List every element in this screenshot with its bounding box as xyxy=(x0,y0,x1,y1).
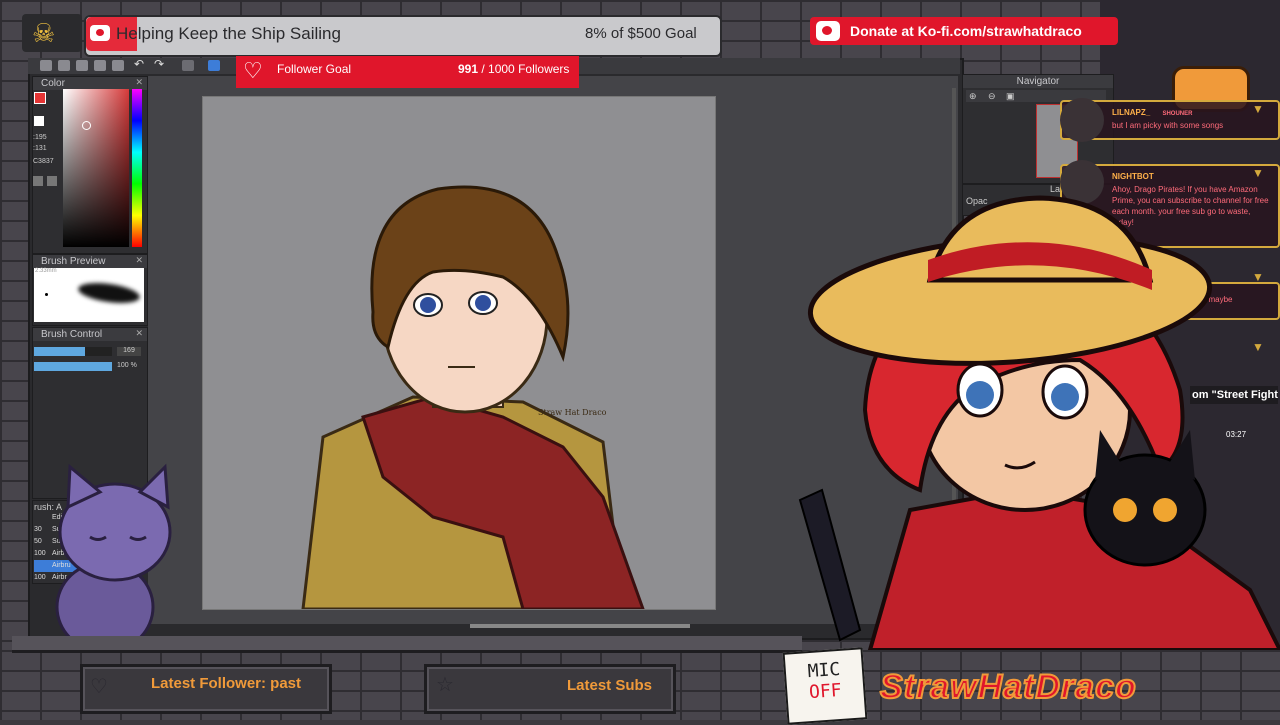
latest-follower-text: Latest Follower: past xyxy=(151,675,302,692)
chat-username-text: LILNAPZ_ xyxy=(1112,108,1151,117)
zoom-in-icon[interactable]: ⊕ xyxy=(969,91,977,102)
donation-goal-title: Helping Keep the Ship Sailing xyxy=(116,24,341,43)
chat-username: NIGHTBOT xyxy=(1112,172,1154,181)
brush-control-title: Brush Control xyxy=(33,328,147,341)
hue-slider[interactable] xyxy=(132,89,142,247)
brand-logo: StrawHatDraco xyxy=(879,667,1137,707)
horizontal-scrollbar[interactable] xyxy=(470,624,690,628)
brush-size-readout: 2.33mm xyxy=(35,268,57,274)
brush-opacity-slider-track[interactable] xyxy=(34,362,112,371)
panel-close-icon[interactable]: ✕ xyxy=(135,255,143,266)
toolbar-grid-icon[interactable] xyxy=(112,60,124,71)
toolbar-active-tool-icon[interactable] xyxy=(208,60,220,71)
chat-username: LILNAPZ_ SHOUNER xyxy=(1112,108,1192,117)
brush-dot xyxy=(45,293,48,296)
heart-icon: ♡ xyxy=(243,58,263,83)
latest-subs-text: Latest Subs xyxy=(567,677,653,694)
brush-size-slider-track[interactable] xyxy=(34,347,112,356)
chat-avatar xyxy=(1060,98,1104,142)
skull-straw-hat-icon: ☠ xyxy=(32,18,56,48)
follower-goal-count: 991 / 1000 Followers xyxy=(458,62,569,76)
chevron-down-icon: ▼ xyxy=(1252,102,1264,116)
donate-text: Donate at Ko-fi.com/strawhatdraco xyxy=(850,23,1082,39)
color-palette-icon[interactable] xyxy=(47,176,57,186)
saturation-value-picker[interactable] xyxy=(63,89,129,247)
color-value-2: :131 xyxy=(33,145,47,152)
donation-goal-progress-text: 8% of $500 Goal xyxy=(585,25,697,42)
toolbar-new-icon[interactable] xyxy=(40,60,52,71)
follower-current: 991 xyxy=(458,62,479,76)
brush-size-slider-fill xyxy=(34,347,86,356)
toolbar-select-icon[interactable] xyxy=(182,60,194,71)
color-mode-icon[interactable] xyxy=(33,176,43,186)
kofi-heart-icon xyxy=(96,29,104,36)
color-value-1: :195 xyxy=(33,134,47,141)
star-outline-icon: ☆ xyxy=(436,674,454,696)
chat-user-badge: SHOUNER xyxy=(1162,111,1193,117)
foreground-color-swatch[interactable] xyxy=(34,92,46,104)
zoom-fit-icon[interactable]: ▣ xyxy=(1006,91,1015,102)
brush-opacity-slider-fill xyxy=(34,362,112,371)
kofi-logo-heart-icon xyxy=(822,26,832,35)
artist-signature: Straw Hat Draco xyxy=(538,408,607,417)
chevron-down-icon: ▼ xyxy=(1252,166,1264,180)
background-color-swatch[interactable] xyxy=(34,116,44,126)
toolbar-save-icon[interactable] xyxy=(76,60,88,71)
mic-off-sign: MIC OFF xyxy=(782,647,868,725)
brush-preview-title: Brush Preview xyxy=(33,255,147,268)
purple-cat-mascot xyxy=(55,463,172,652)
chat-message-text: but I am picky with some songs xyxy=(1112,121,1224,130)
color-value-3: C3837 xyxy=(33,158,54,165)
heart-outline-icon: ♡ xyxy=(90,676,108,698)
redo-icon[interactable]: ↷ xyxy=(154,57,164,71)
follower-target: / 1000 Followers xyxy=(478,62,570,76)
color-picker-handle[interactable] xyxy=(82,121,91,130)
follower-goal-label: Follower Goal xyxy=(277,62,352,76)
panel-close-icon[interactable]: ✕ xyxy=(135,328,143,339)
panel-close-icon[interactable]: ✕ xyxy=(135,77,143,88)
brush-opacity-value[interactable]: 100 % xyxy=(117,362,137,369)
mic-status: OFF xyxy=(808,679,843,704)
drawing-canvas[interactable]: Straw Hat Draco xyxy=(202,96,716,611)
navigator-title: Navigator xyxy=(963,75,1113,88)
toolbar-open-icon[interactable] xyxy=(58,60,70,71)
undo-icon[interactable]: ↶ xyxy=(134,57,144,71)
bottom-ledge xyxy=(12,636,802,653)
toolbar-save-as-icon[interactable] xyxy=(94,60,106,71)
brush-size-value[interactable]: 169 xyxy=(117,347,141,356)
zoom-out-icon[interactable]: ⊖ xyxy=(988,91,996,102)
character-artwork: Straw Hat Draco xyxy=(301,185,646,611)
vtuber-avatar xyxy=(798,195,1280,650)
